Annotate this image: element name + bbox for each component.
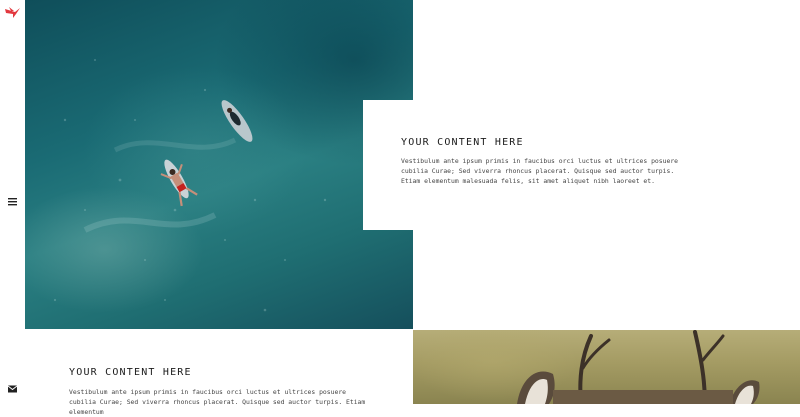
deer-illustration [517, 330, 760, 404]
deer-image [413, 330, 800, 404]
side-rail [0, 0, 25, 404]
surfers-illustration [53, 59, 327, 312]
section-body: Vestibulum ante ipsum primis in faucibus… [69, 388, 366, 416]
section-title: YOUR CONTENT HERE [69, 367, 192, 378]
card-title: YOUR CONTENT HERE [401, 137, 524, 148]
card-body: Vestibulum ante ipsum primis in faucibus… [401, 157, 679, 185]
mail-icon[interactable] [8, 385, 17, 393]
hamburger-menu-icon[interactable] [8, 197, 17, 206]
ocean-hero-image [25, 0, 413, 329]
bird-logo-icon[interactable] [5, 6, 20, 18]
lower-content-section: YOUR CONTENT HERE Vestibulum ante ipsum … [25, 329, 413, 416]
content-card: YOUR CONTENT HERE Vestibulum ante ipsum … [363, 100, 800, 230]
